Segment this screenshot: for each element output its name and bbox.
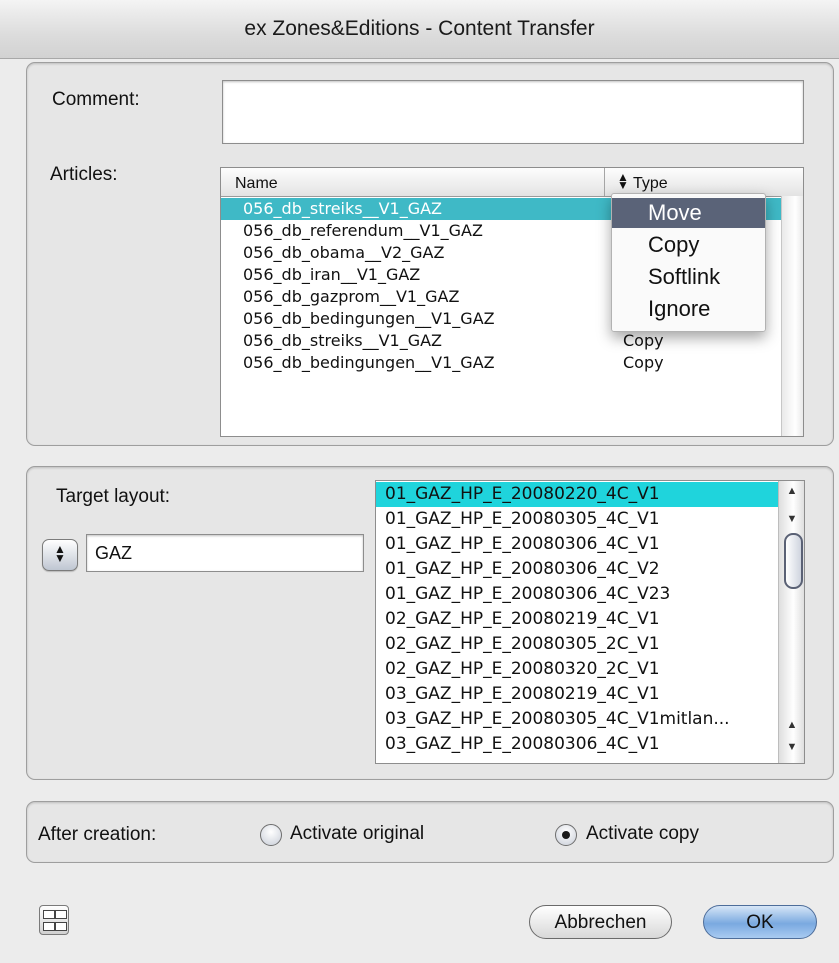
scroll-up-arrow-icon[interactable]: ▲ [779, 483, 804, 499]
target-layout-list[interactable]: 01_GAZ_HP_E_20080220_4C_V1 01_GAZ_HP_E_2… [375, 480, 805, 764]
article-name: 056_db_gazprom__V1_GAZ [243, 287, 460, 306]
window-title-bar: ex Zones&Editions - Content Transfer [0, 0, 839, 59]
layout-name: 03_GAZ_HP_E_20080305_4C_V1mitlan... [385, 709, 730, 729]
scroll-thumb[interactable] [784, 533, 803, 589]
article-name: 056_db_streiks__V1_GAZ [243, 199, 443, 218]
cancel-button[interactable]: Abbrechen [529, 905, 672, 939]
table-row[interactable]: 056_db_bedingungen__V1_GAZ Copy [221, 352, 781, 374]
column-header-name[interactable]: Name [235, 175, 278, 193]
layout-grid-icon[interactable] [39, 905, 69, 935]
articles-scrollbar[interactable] [781, 196, 803, 436]
column-header-type[interactable]: Type [633, 175, 668, 193]
activate-original-radio[interactable] [260, 824, 282, 846]
scroll-up-arrow-icon[interactable]: ▲ [779, 717, 804, 733]
layout-name: 01_GAZ_HP_E_20080306_4C_V1 [385, 534, 660, 554]
comment-label: Comment: [52, 89, 140, 110]
article-name: 056_db_obama__V2_GAZ [243, 243, 445, 262]
layout-filter-value: GAZ [95, 543, 133, 563]
target-layout-label: Target layout: [56, 486, 171, 507]
scroll-down-arrow-icon[interactable]: ▼ [779, 739, 804, 755]
layout-name: 01_GAZ_HP_E_20080220_4C_V1 [385, 484, 660, 504]
list-item[interactable]: 03_GAZ_HP_E_20080305_4C_V1mitlan... [376, 707, 778, 732]
layout-name: 02_GAZ_HP_E_20080305_2C_V1 [385, 634, 660, 654]
layout-name: 02_GAZ_HP_E_20080320_2C_V1 [385, 659, 660, 679]
article-name: 056_db_streiks__V1_GAZ [243, 331, 443, 350]
activate-copy-label[interactable]: Activate copy [586, 823, 699, 845]
after-creation-label: After creation: [38, 824, 157, 845]
menu-item-move[interactable]: Move [612, 198, 765, 228]
article-name: 056_db_bedingungen__V1_GAZ [243, 309, 495, 328]
list-item[interactable]: 01_GAZ_HP_E_20080306_4C_V23 [376, 582, 778, 607]
menu-item-softlink[interactable]: Softlink [612, 262, 765, 292]
articles-label: Articles: [50, 164, 118, 185]
layout-name: 01_GAZ_HP_E_20080306_4C_V2 [385, 559, 660, 579]
comment-field[interactable] [222, 80, 804, 144]
activate-copy-radio[interactable] [555, 824, 577, 846]
list-item[interactable]: 03_GAZ_HP_E_20080306_4C_V1 [376, 732, 778, 757]
radio-selected-dot [562, 831, 570, 839]
window-title: ex Zones&Editions - Content Transfer [244, 17, 595, 40]
scroll-down-arrow-icon[interactable]: ▼ [779, 511, 804, 527]
article-type[interactable]: Copy [623, 330, 664, 352]
layout-filter-stepper[interactable]: ▲ ▼ [42, 539, 78, 571]
article-name: 056_db_iran__V1_GAZ [243, 265, 421, 284]
list-item[interactable]: 02_GAZ_HP_E_20080320_2C_V1 [376, 657, 778, 682]
stepper-down-icon: ▼ [54, 551, 66, 565]
article-type[interactable]: Copy [623, 352, 664, 374]
layout-name: 03_GAZ_HP_E_20080219_4C_V1 [385, 684, 660, 704]
table-row[interactable]: 056_db_streiks__V1_GAZ Copy [221, 330, 781, 352]
layout-name: 01_GAZ_HP_E_20080306_4C_V23 [385, 584, 671, 604]
type-popup-menu: Move Copy Softlink Ignore [611, 193, 766, 332]
list-item[interactable]: 03_GAZ_HP_E_20080219_4C_V1 [376, 682, 778, 707]
column-divider [604, 168, 605, 196]
article-name: 056_db_bedingungen__V1_GAZ [243, 353, 495, 372]
article-name: 056_db_referendum__V1_GAZ [243, 221, 483, 240]
list-item[interactable]: 01_GAZ_HP_E_20080220_4C_V1 [376, 482, 778, 507]
list-item[interactable]: 02_GAZ_HP_E_20080219_4C_V1 [376, 607, 778, 632]
ok-button[interactable]: OK [703, 905, 817, 939]
list-item[interactable]: 02_GAZ_HP_E_20080305_2C_V1 [376, 632, 778, 657]
menu-item-ignore[interactable]: Ignore [612, 294, 765, 324]
layout-name: 03_GAZ_HP_E_20080306_4C_V1 [385, 734, 660, 754]
list-item[interactable]: 01_GAZ_HP_E_20080305_4C_V1 [376, 507, 778, 532]
layout-name: 01_GAZ_HP_E_20080305_4C_V1 [385, 509, 660, 529]
sort-arrows-icon[interactable]: ▲ ▼ [617, 171, 629, 191]
layout-list-scrollbar[interactable]: ▲ ▼ ▲ ▼ [778, 481, 804, 763]
list-item[interactable]: 01_GAZ_HP_E_20080306_4C_V1 [376, 532, 778, 557]
list-item[interactable]: 01_GAZ_HP_E_20080306_4C_V2 [376, 557, 778, 582]
activate-original-label[interactable]: Activate original [290, 823, 424, 845]
layout-name: 02_GAZ_HP_E_20080219_4C_V1 [385, 609, 660, 629]
layout-filter-input[interactable]: GAZ [86, 534, 364, 572]
menu-item-copy[interactable]: Copy [612, 230, 765, 260]
